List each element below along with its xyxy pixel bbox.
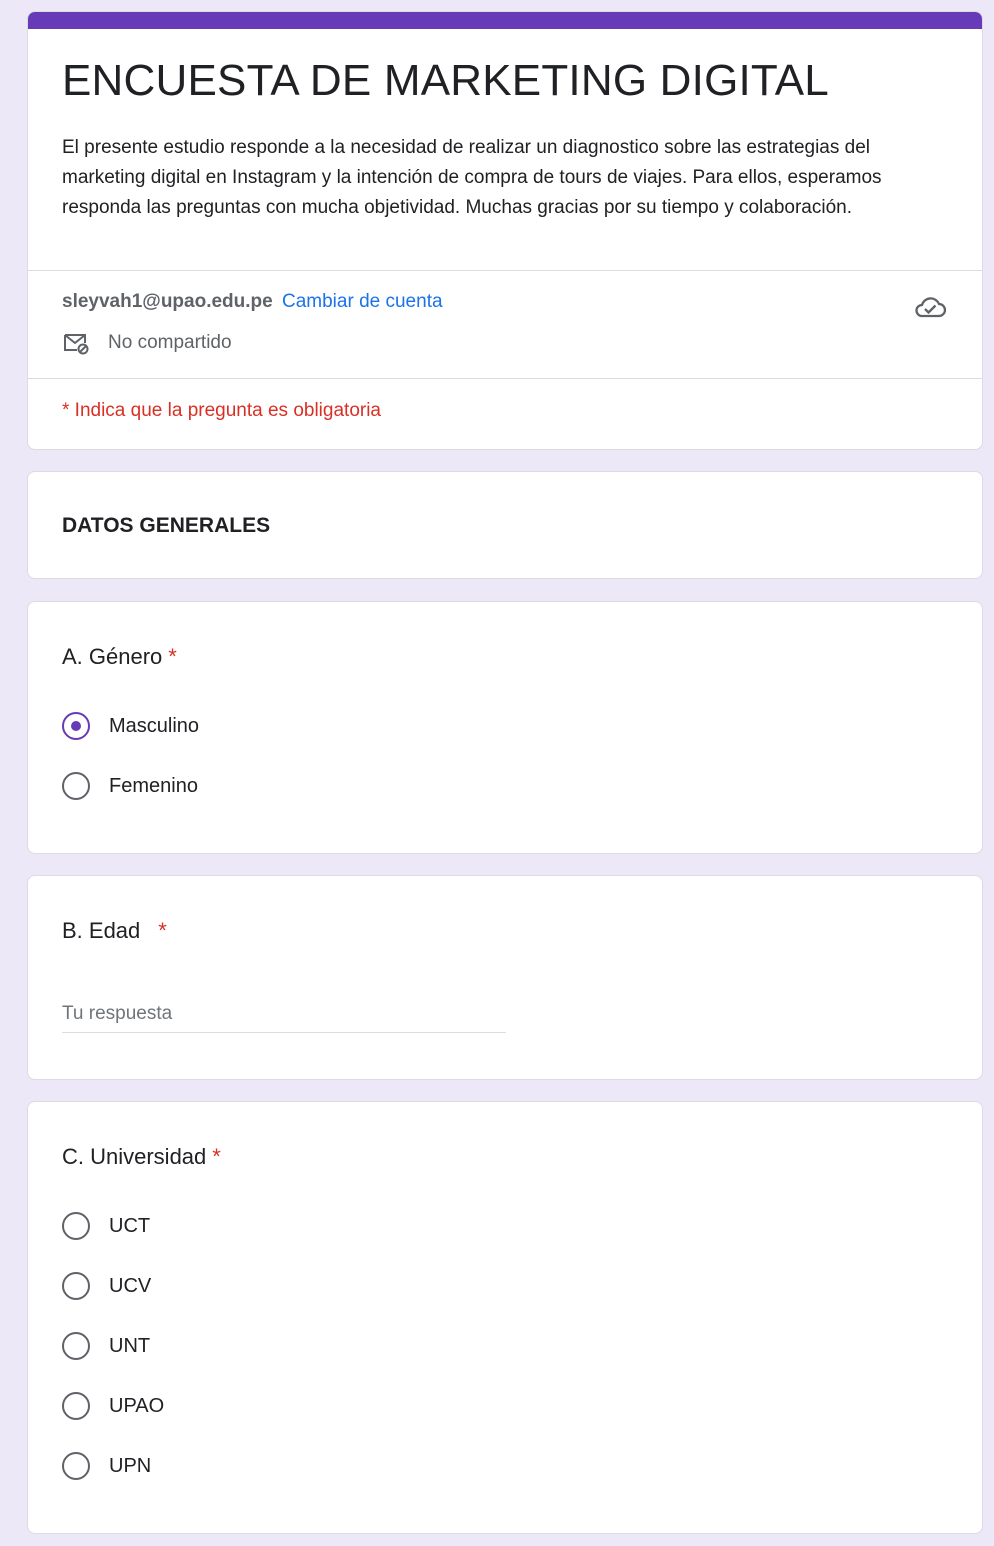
- question-card-universidad: C. Universidad * UCT UCV UNT UPAO UPN: [27, 1101, 983, 1534]
- option-label: UPAO: [109, 1394, 165, 1417]
- required-note: * Indica que la pregunta es obligatoria: [62, 400, 382, 421]
- answer-input-edad[interactable]: [62, 996, 506, 1033]
- option-unt[interactable]: UNT: [62, 1332, 150, 1360]
- not-shared-label: No compartido: [108, 332, 232, 353]
- mail-not-shared-icon: [64, 334, 89, 355]
- option-uct[interactable]: UCT: [62, 1212, 150, 1240]
- option-upao[interactable]: UPAO: [62, 1392, 164, 1420]
- radio-button[interactable]: [62, 1272, 90, 1300]
- cloud-check-icon[interactable]: [914, 294, 946, 320]
- option-label: UCT: [109, 1214, 151, 1237]
- section-title: DATOS GENERALES: [62, 514, 271, 537]
- option-label: UCV: [109, 1274, 152, 1297]
- radio-button[interactable]: [62, 1392, 90, 1420]
- required-star: *: [212, 1144, 221, 1169]
- section-card: DATOS GENERALES: [27, 471, 983, 579]
- required-star: *: [158, 918, 167, 943]
- option-label: Masculino: [109, 714, 200, 737]
- option-label: Femenino: [109, 774, 198, 797]
- radio-button[interactable]: [62, 772, 90, 800]
- form-title: ENCUESTA DE MARKETING DIGITAL: [62, 56, 829, 105]
- option-femenino[interactable]: Femenino: [62, 772, 198, 800]
- form-description: El presente estudio responde a la necesi…: [62, 137, 882, 218]
- question-title-text: A. Género: [62, 644, 163, 669]
- question-title: A. Género *: [62, 644, 177, 670]
- question-title-text: B. Edad: [62, 918, 141, 943]
- switch-account-link[interactable]: Cambiar de cuenta: [282, 291, 443, 312]
- option-ucv[interactable]: UCV: [62, 1272, 151, 1300]
- divider: [28, 378, 982, 379]
- option-label: UNT: [109, 1334, 151, 1357]
- question-title: C. Universidad *: [62, 1144, 221, 1170]
- divider: [28, 270, 982, 271]
- radio-button[interactable]: [62, 1332, 90, 1360]
- form-header-card: ENCUESTA DE MARKETING DIGITAL El present…: [27, 11, 983, 450]
- question-title: B. Edad *: [62, 918, 167, 944]
- radio-button[interactable]: [62, 1452, 90, 1480]
- option-masculino[interactable]: Masculino: [62, 712, 199, 740]
- radio-button-checked[interactable]: [62, 712, 90, 740]
- option-upn[interactable]: UPN: [62, 1452, 151, 1480]
- account-email: sleyvah1@upao.edu.pe: [62, 291, 273, 312]
- not-shared-row: No compartido: [62, 331, 232, 355]
- radio-button[interactable]: [62, 1212, 90, 1240]
- question-title-text: C. Universidad: [62, 1144, 207, 1169]
- question-card-edad: B. Edad *: [27, 875, 983, 1080]
- option-label: UPN: [109, 1454, 152, 1477]
- required-star: *: [168, 644, 177, 669]
- question-card-genero: A. Género * Masculino Femenino: [27, 601, 983, 854]
- account-row: sleyvah1@upao.edu.pe Cambiar de cuenta: [62, 291, 443, 313]
- header-accent-bar: [28, 12, 982, 29]
